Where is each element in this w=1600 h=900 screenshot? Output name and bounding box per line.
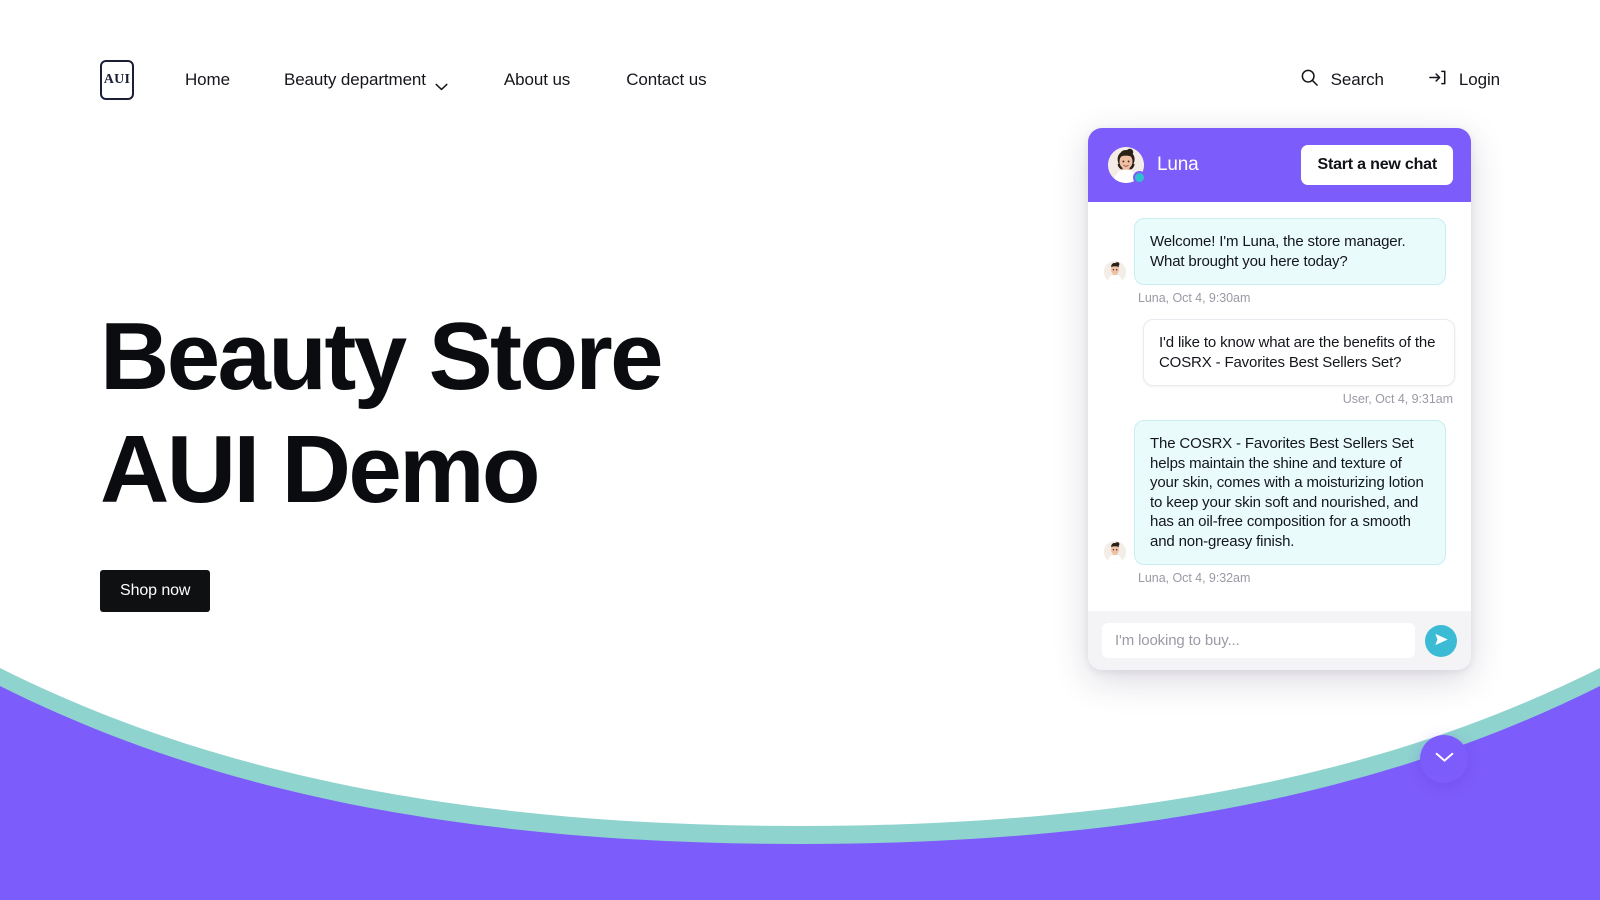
nav-item-beauty-department[interactable]: Beauty department (283, 70, 448, 91)
chat-message: I'd like to know what are the benefits o… (1104, 319, 1455, 406)
main-nav-links: Home Beauty department About us Contact … (185, 70, 707, 91)
nav-item-about-us-label: About us (503, 70, 571, 89)
search-button[interactable]: Search (1300, 68, 1384, 92)
chevron-down-icon (1434, 751, 1455, 767)
hero-section: Beauty Store AUI Demo Shop now (100, 300, 664, 612)
chat-composer (1088, 611, 1471, 670)
chat-timestamp: Luna, Oct 4, 9:30am (1138, 291, 1251, 305)
start-new-chat-button[interactable]: Start a new chat (1301, 145, 1453, 185)
chat-agent-name: Luna (1157, 154, 1199, 175)
message-avatar-icon (1104, 261, 1126, 283)
send-message-button[interactable] (1425, 624, 1457, 657)
nav-item-contact-us-label: Contact us (626, 70, 707, 89)
wave-decoration (0, 640, 1600, 900)
nav-item-beauty-department-label: Beauty department (283, 70, 426, 89)
login-button-label: Login (1458, 70, 1500, 89)
search-button-label: Search (1330, 70, 1384, 89)
page-title: Beauty Store AUI Demo (100, 303, 664, 523)
chat-timestamp: User, Oct 4, 9:31am (1342, 392, 1453, 406)
chat-bubble-bot: Welcome! I'm Luna, the store manager. Wh… (1134, 218, 1446, 285)
chat-message-list[interactable]: Welcome! I'm Luna, the store manager. Wh… (1088, 202, 1471, 611)
chat-message-row-bot: Welcome! I'm Luna, the store manager. Wh… (1104, 218, 1455, 285)
online-status-indicator (1133, 171, 1146, 184)
shop-now-button[interactable]: Shop now (100, 570, 211, 612)
brand-logo-text: AUI (103, 72, 131, 87)
chat-message: The COSRX - Favorites Best Sellers Set h… (1104, 420, 1455, 585)
nav-actions: Search Login (1300, 68, 1500, 92)
nav-item-home[interactable]: Home (185, 70, 230, 90)
sign-in-icon (1428, 68, 1447, 92)
chat-timestamp: Luna, Oct 4, 9:32am (1138, 571, 1251, 585)
chat-header: Luna Start a new chat (1088, 128, 1471, 202)
chat-bubble-user: I'd like to know what are the benefits o… (1143, 319, 1455, 386)
nav-item-contact-us[interactable]: Contact us (626, 70, 706, 90)
nav-item-about-us[interactable]: About us (504, 70, 570, 90)
brand-logo[interactable]: AUI (100, 60, 134, 100)
collapse-chat-button[interactable] (1420, 735, 1468, 783)
message-avatar-icon (1104, 541, 1126, 563)
chat-message: Welcome! I'm Luna, the store manager. Wh… (1104, 218, 1455, 305)
send-icon (1434, 632, 1449, 650)
chat-message-row-bot: The COSRX - Favorites Best Sellers Set h… (1104, 420, 1455, 565)
chat-message-input[interactable] (1102, 623, 1415, 658)
search-icon (1300, 68, 1319, 92)
chat-bubble-bot: The COSRX - Favorites Best Sellers Set h… (1134, 420, 1446, 565)
chevron-down-icon (435, 76, 448, 91)
agent-avatar (1108, 147, 1146, 184)
wave-teal-stroke (0, 668, 1600, 900)
page-root: AUI Home Beauty department About us Cont… (0, 0, 1600, 900)
wave-purple-fill (0, 686, 1600, 900)
login-button[interactable]: Login (1428, 68, 1500, 92)
nav-item-home-label: Home (185, 70, 230, 89)
chat-message-row-user: I'd like to know what are the benefits o… (1104, 319, 1455, 386)
chat-widget: Luna Start a new chat Welcome! I'm Luna,… (1088, 128, 1471, 670)
